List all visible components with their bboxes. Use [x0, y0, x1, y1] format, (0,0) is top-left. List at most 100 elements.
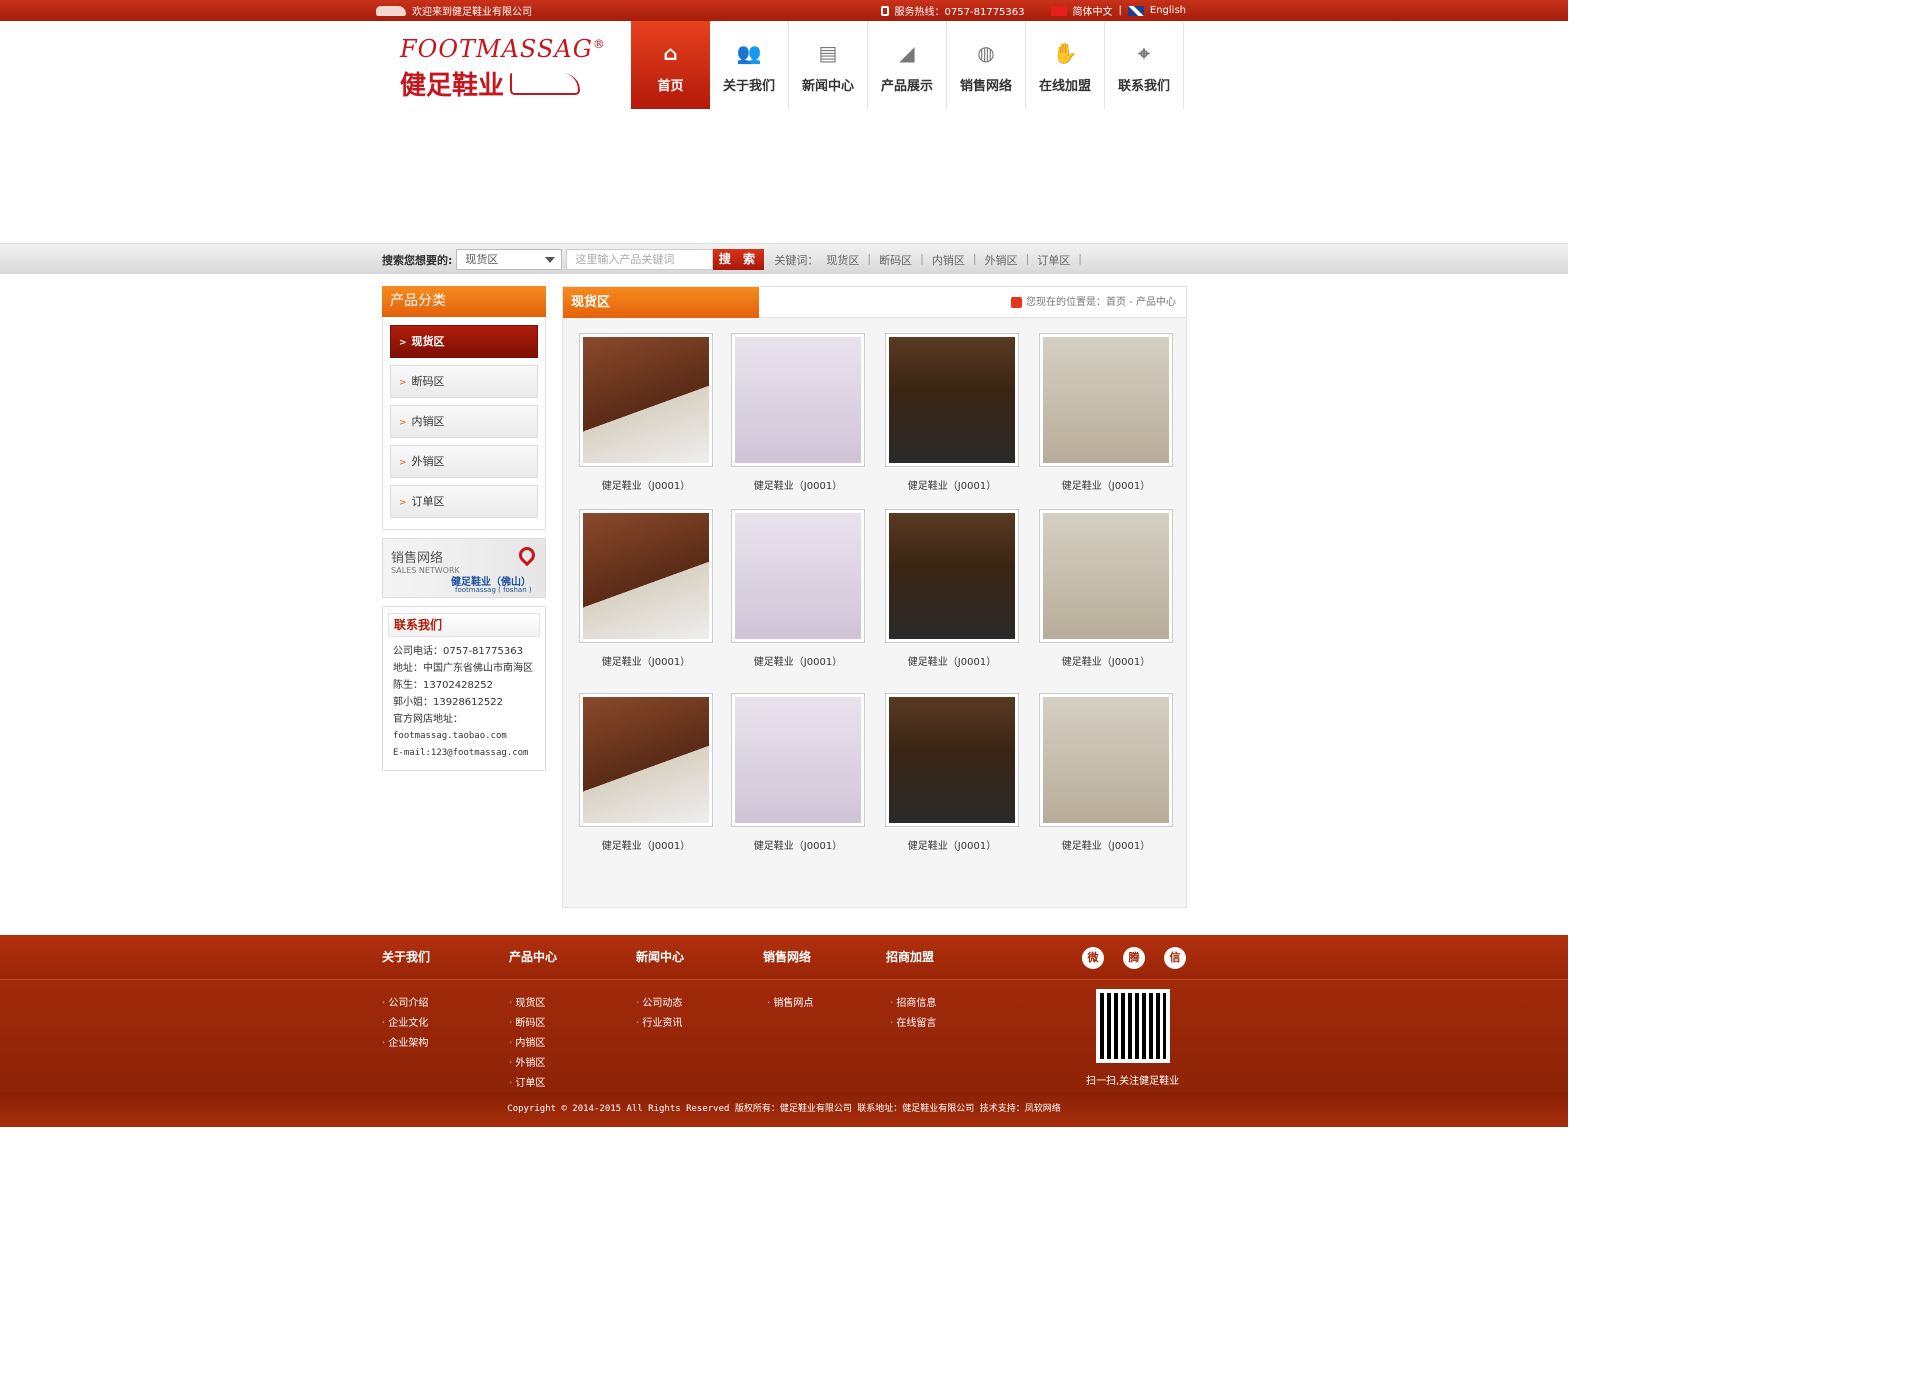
breadcrumb-text[interactable]: 您现在的位置是：首页 - 产品中心 [1026, 287, 1176, 318]
product-image-frame[interactable] [885, 509, 1019, 643]
footer-col-title[interactable]: 招商加盟 [886, 935, 1006, 980]
product-image[interactable] [889, 513, 1015, 639]
product-image-frame[interactable] [1039, 693, 1173, 827]
weibo-icon[interactable]: 微 [1082, 947, 1104, 969]
nav-products[interactable]: ◢ 产品展示 [868, 21, 947, 109]
product-image[interactable] [889, 337, 1015, 463]
product-image[interactable] [583, 697, 709, 823]
wechat-icon[interactable]: 信 [1164, 947, 1186, 969]
keyword-link[interactable]: 订单区 [1037, 252, 1070, 268]
category-item[interactable]: > 断码区 [390, 365, 538, 398]
footer-link[interactable]: · 在线留言 [890, 1014, 1006, 1034]
product-card[interactable]: 健足鞋业（J0001） [1039, 693, 1173, 852]
product-image[interactable] [735, 697, 861, 823]
footer-link[interactable]: · 外销区 [509, 1054, 636, 1074]
nav-about[interactable]: 👥 关于我们 [710, 21, 789, 109]
footer-link[interactable]: · 断码区 [509, 1014, 636, 1034]
category-label: 订单区 [411, 495, 445, 508]
logo[interactable]: FOOTMASSAG® 健足鞋业 [400, 35, 605, 105]
product-card[interactable]: 健足鞋业（J0001） [885, 509, 1019, 668]
footer-col-title[interactable]: 新闻中心 [636, 935, 763, 980]
product-caption[interactable]: 健足鞋业（J0001） [579, 653, 713, 668]
footer-link[interactable]: · 销售网点 [767, 994, 886, 1014]
product-caption[interactable]: 健足鞋业（J0001） [1039, 837, 1173, 852]
footer-link[interactable]: · 行业资讯 [636, 1014, 763, 1034]
product-card[interactable]: 健足鞋业（J0001） [885, 333, 1019, 492]
footer-link[interactable]: · 企业文化 [382, 1014, 509, 1034]
category-item[interactable]: > 外销区 [390, 445, 538, 478]
nav-home[interactable]: ⌂ 首页 [631, 21, 710, 109]
product-card[interactable]: 健足鞋业（J0001） [579, 333, 713, 492]
footer-link[interactable]: · 内销区 [509, 1034, 636, 1054]
product-caption[interactable]: 健足鞋业（J0001） [885, 653, 1019, 668]
product-card[interactable]: 健足鞋业（J0001） [579, 693, 713, 852]
product-caption[interactable]: 健足鞋业（J0001） [1039, 653, 1173, 668]
product-image[interactable] [583, 337, 709, 463]
product-caption[interactable]: 健足鞋业（J0001） [579, 837, 713, 852]
product-image-frame[interactable] [579, 333, 713, 467]
footer-link[interactable]: · 现货区 [509, 994, 636, 1014]
product-card[interactable]: 健足鞋业（J0001） [731, 509, 865, 668]
product-card[interactable]: 健足鞋业（J0001） [1039, 509, 1173, 668]
product-image-frame[interactable] [579, 693, 713, 827]
product-image[interactable] [1043, 337, 1169, 463]
product-card[interactable]: 健足鞋业（J0001） [731, 693, 865, 852]
product-image-frame[interactable] [731, 693, 865, 827]
footer-col-title[interactable]: 关于我们 [382, 935, 509, 980]
search-button[interactable]: 搜 索 [713, 249, 765, 270]
product-card[interactable]: 健足鞋业（J0001） [579, 509, 713, 668]
product-card[interactable]: 健足鞋业（J0001） [885, 693, 1019, 852]
product-image[interactable] [889, 697, 1015, 823]
tencent-weibo-icon[interactable]: 腾 [1123, 947, 1145, 969]
lang-chinese-link[interactable]: 简体中文 [1073, 3, 1113, 18]
contact-email[interactable]: E-mail:123@footmassag.com [393, 745, 540, 762]
product-card[interactable]: 健足鞋业（J0001） [731, 333, 865, 492]
product-image[interactable] [735, 513, 861, 639]
product-card[interactable]: 健足鞋业（J0001） [1039, 333, 1173, 492]
product-caption[interactable]: 健足鞋业（J0001） [579, 477, 713, 492]
keyword-link[interactable]: 现货区 [826, 252, 859, 268]
category-item[interactable]: > 内销区 [390, 405, 538, 438]
category-item[interactable]: > 现货区 [390, 325, 538, 358]
footer-col: · 招商信息 · 在线留言 [886, 980, 1006, 1092]
product-caption[interactable]: 健足鞋业（J0001） [731, 653, 865, 668]
nav-contact[interactable]: ⌖ 联系我们 [1105, 21, 1184, 109]
keyword-link[interactable]: 内销区 [932, 252, 965, 268]
footer-link[interactable]: · 企业架构 [382, 1034, 509, 1054]
lang-english-link[interactable]: English [1150, 5, 1186, 16]
product-image-frame[interactable] [1039, 509, 1173, 643]
category-item[interactable]: > 订单区 [390, 485, 538, 518]
product-image-frame[interactable] [885, 333, 1019, 467]
footer-col-title[interactable]: 销售网络 [763, 935, 886, 980]
product-caption[interactable]: 健足鞋业（J0001） [885, 477, 1019, 492]
keyword-link[interactable]: 外销区 [985, 252, 1018, 268]
product-image-frame[interactable] [579, 509, 713, 643]
product-image-frame[interactable] [731, 333, 865, 467]
product-image-frame[interactable] [1039, 333, 1173, 467]
product-image-frame[interactable] [885, 693, 1019, 827]
arrow-icon: > [399, 458, 407, 468]
footer-link[interactable]: · 招商信息 [890, 994, 1006, 1014]
footer-link[interactable]: · 公司动态 [636, 994, 763, 1014]
footer-link[interactable]: · 订单区 [509, 1074, 636, 1094]
product-image[interactable] [583, 513, 709, 639]
product-image-frame[interactable] [731, 509, 865, 643]
category-select[interactable]: 现货区 [456, 249, 563, 270]
nav-sales-network[interactable]: ◍ 销售网络 [947, 21, 1026, 109]
nav-news[interactable]: ▤ 新闻中心 [789, 21, 868, 109]
product-caption[interactable]: 健足鞋业（J0001） [1039, 477, 1173, 492]
footer-link[interactable]: · 公司介绍 [382, 994, 509, 1014]
product-caption[interactable]: 健足鞋业（J0001） [885, 837, 1019, 852]
product-caption[interactable]: 健足鞋业（J0001） [731, 837, 865, 852]
product-image[interactable] [735, 337, 861, 463]
nav-franchise[interactable]: ✋ 在线加盟 [1026, 21, 1105, 109]
globe-icon: ◍ [977, 41, 995, 65]
product-image[interactable] [1043, 513, 1169, 639]
keyword-link[interactable]: 断码区 [879, 252, 912, 268]
sales-network-banner[interactable]: 销售网络 SALES NETWORK 健足鞋业（佛山） footmassag (… [382, 538, 546, 598]
product-image[interactable] [1043, 697, 1169, 823]
store-url[interactable]: footmassag.taobao.com [393, 728, 540, 745]
search-input[interactable]: 这里输入产品关键词 [566, 249, 714, 270]
product-caption[interactable]: 健足鞋业（J0001） [731, 477, 865, 492]
footer-col-title[interactable]: 产品中心 [509, 935, 636, 980]
